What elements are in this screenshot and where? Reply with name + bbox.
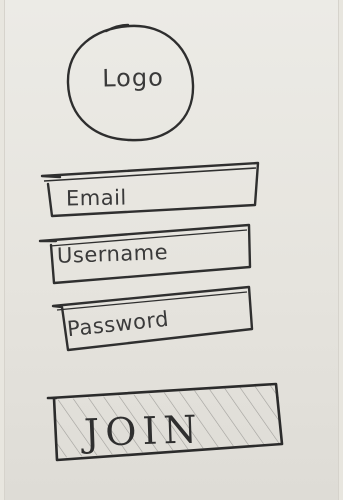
email-placeholder: Email: [65, 185, 127, 211]
join-button-label: JOIN: [83, 407, 204, 456]
logo-label: Logo: [101, 63, 165, 93]
username-placeholder: Username: [56, 240, 169, 268]
